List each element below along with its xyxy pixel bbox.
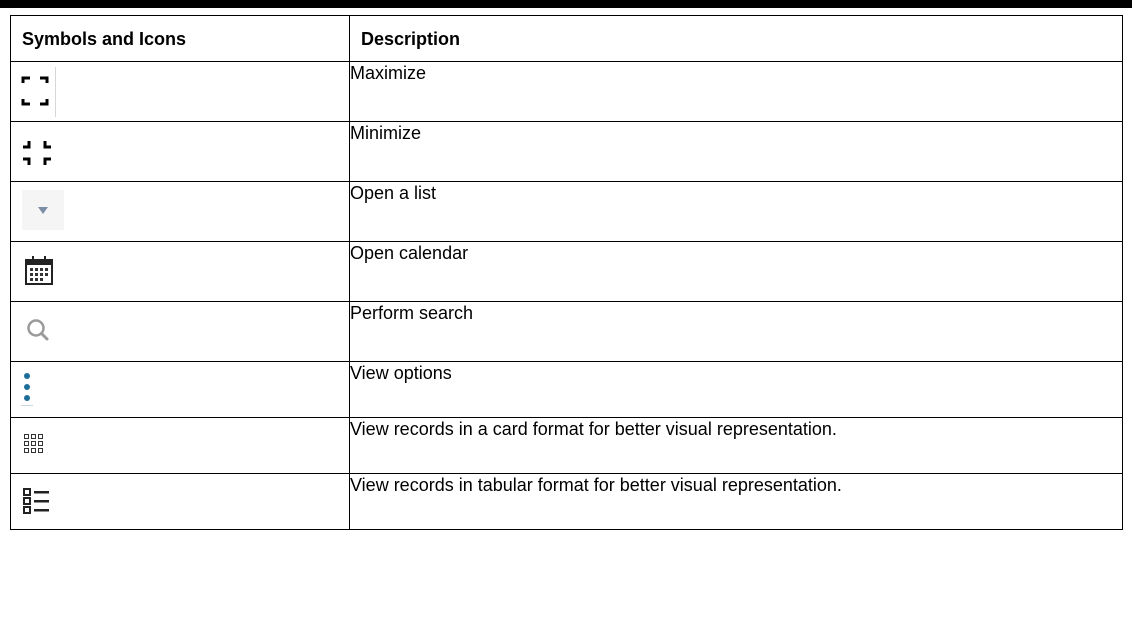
table-row: View options	[10, 361, 1123, 418]
description-cell: View records in a card format for better…	[349, 417, 1123, 474]
icon-cell	[10, 301, 350, 362]
description-cell: View records in tabular format for bette…	[349, 473, 1123, 530]
icon-cell	[10, 241, 350, 302]
description-cell: Open a list	[349, 181, 1123, 242]
table-row: Open a list	[10, 181, 1123, 242]
top-rule	[0, 0, 1132, 8]
table-row: View records in tabular format for bette…	[10, 473, 1123, 530]
description-cell: Maximize	[349, 61, 1123, 122]
icon-cell	[10, 473, 350, 530]
description-cell: Perform search	[349, 301, 1123, 362]
icon-cell	[10, 61, 350, 122]
calendar-icon	[25, 256, 53, 285]
icon-divider	[55, 67, 56, 117]
maximize-icon	[21, 76, 49, 106]
icon-cell	[10, 121, 350, 182]
dropdown-box	[22, 190, 64, 230]
search-icon	[27, 319, 49, 341]
list-view-icon	[23, 488, 49, 514]
symbols-table: Symbols and Icons Description Maximize M…	[10, 15, 1123, 530]
icon-cell	[10, 361, 350, 418]
card-grid-icon	[24, 434, 43, 453]
table-row: Open calendar	[10, 241, 1123, 302]
maximize-icon-wrap	[21, 67, 349, 117]
header-description: Description	[349, 15, 1123, 62]
table-row: Perform search	[10, 301, 1123, 362]
description-cell: Open calendar	[349, 241, 1123, 302]
minimize-icon	[23, 141, 51, 165]
description-cell: View options	[349, 361, 1123, 418]
description-cell: Minimize	[349, 121, 1123, 182]
table-row: Minimize	[10, 121, 1123, 182]
icon-cell	[10, 181, 350, 242]
icon-cell	[10, 417, 350, 474]
dropdown-arrow-icon	[38, 207, 48, 214]
table-row: Maximize	[10, 61, 1123, 122]
header-symbols: Symbols and Icons	[10, 15, 350, 62]
table-row: View records in a card format for better…	[10, 417, 1123, 474]
table-header-row: Symbols and Icons Description	[10, 15, 1123, 62]
vertical-ellipsis-icon	[21, 373, 33, 406]
